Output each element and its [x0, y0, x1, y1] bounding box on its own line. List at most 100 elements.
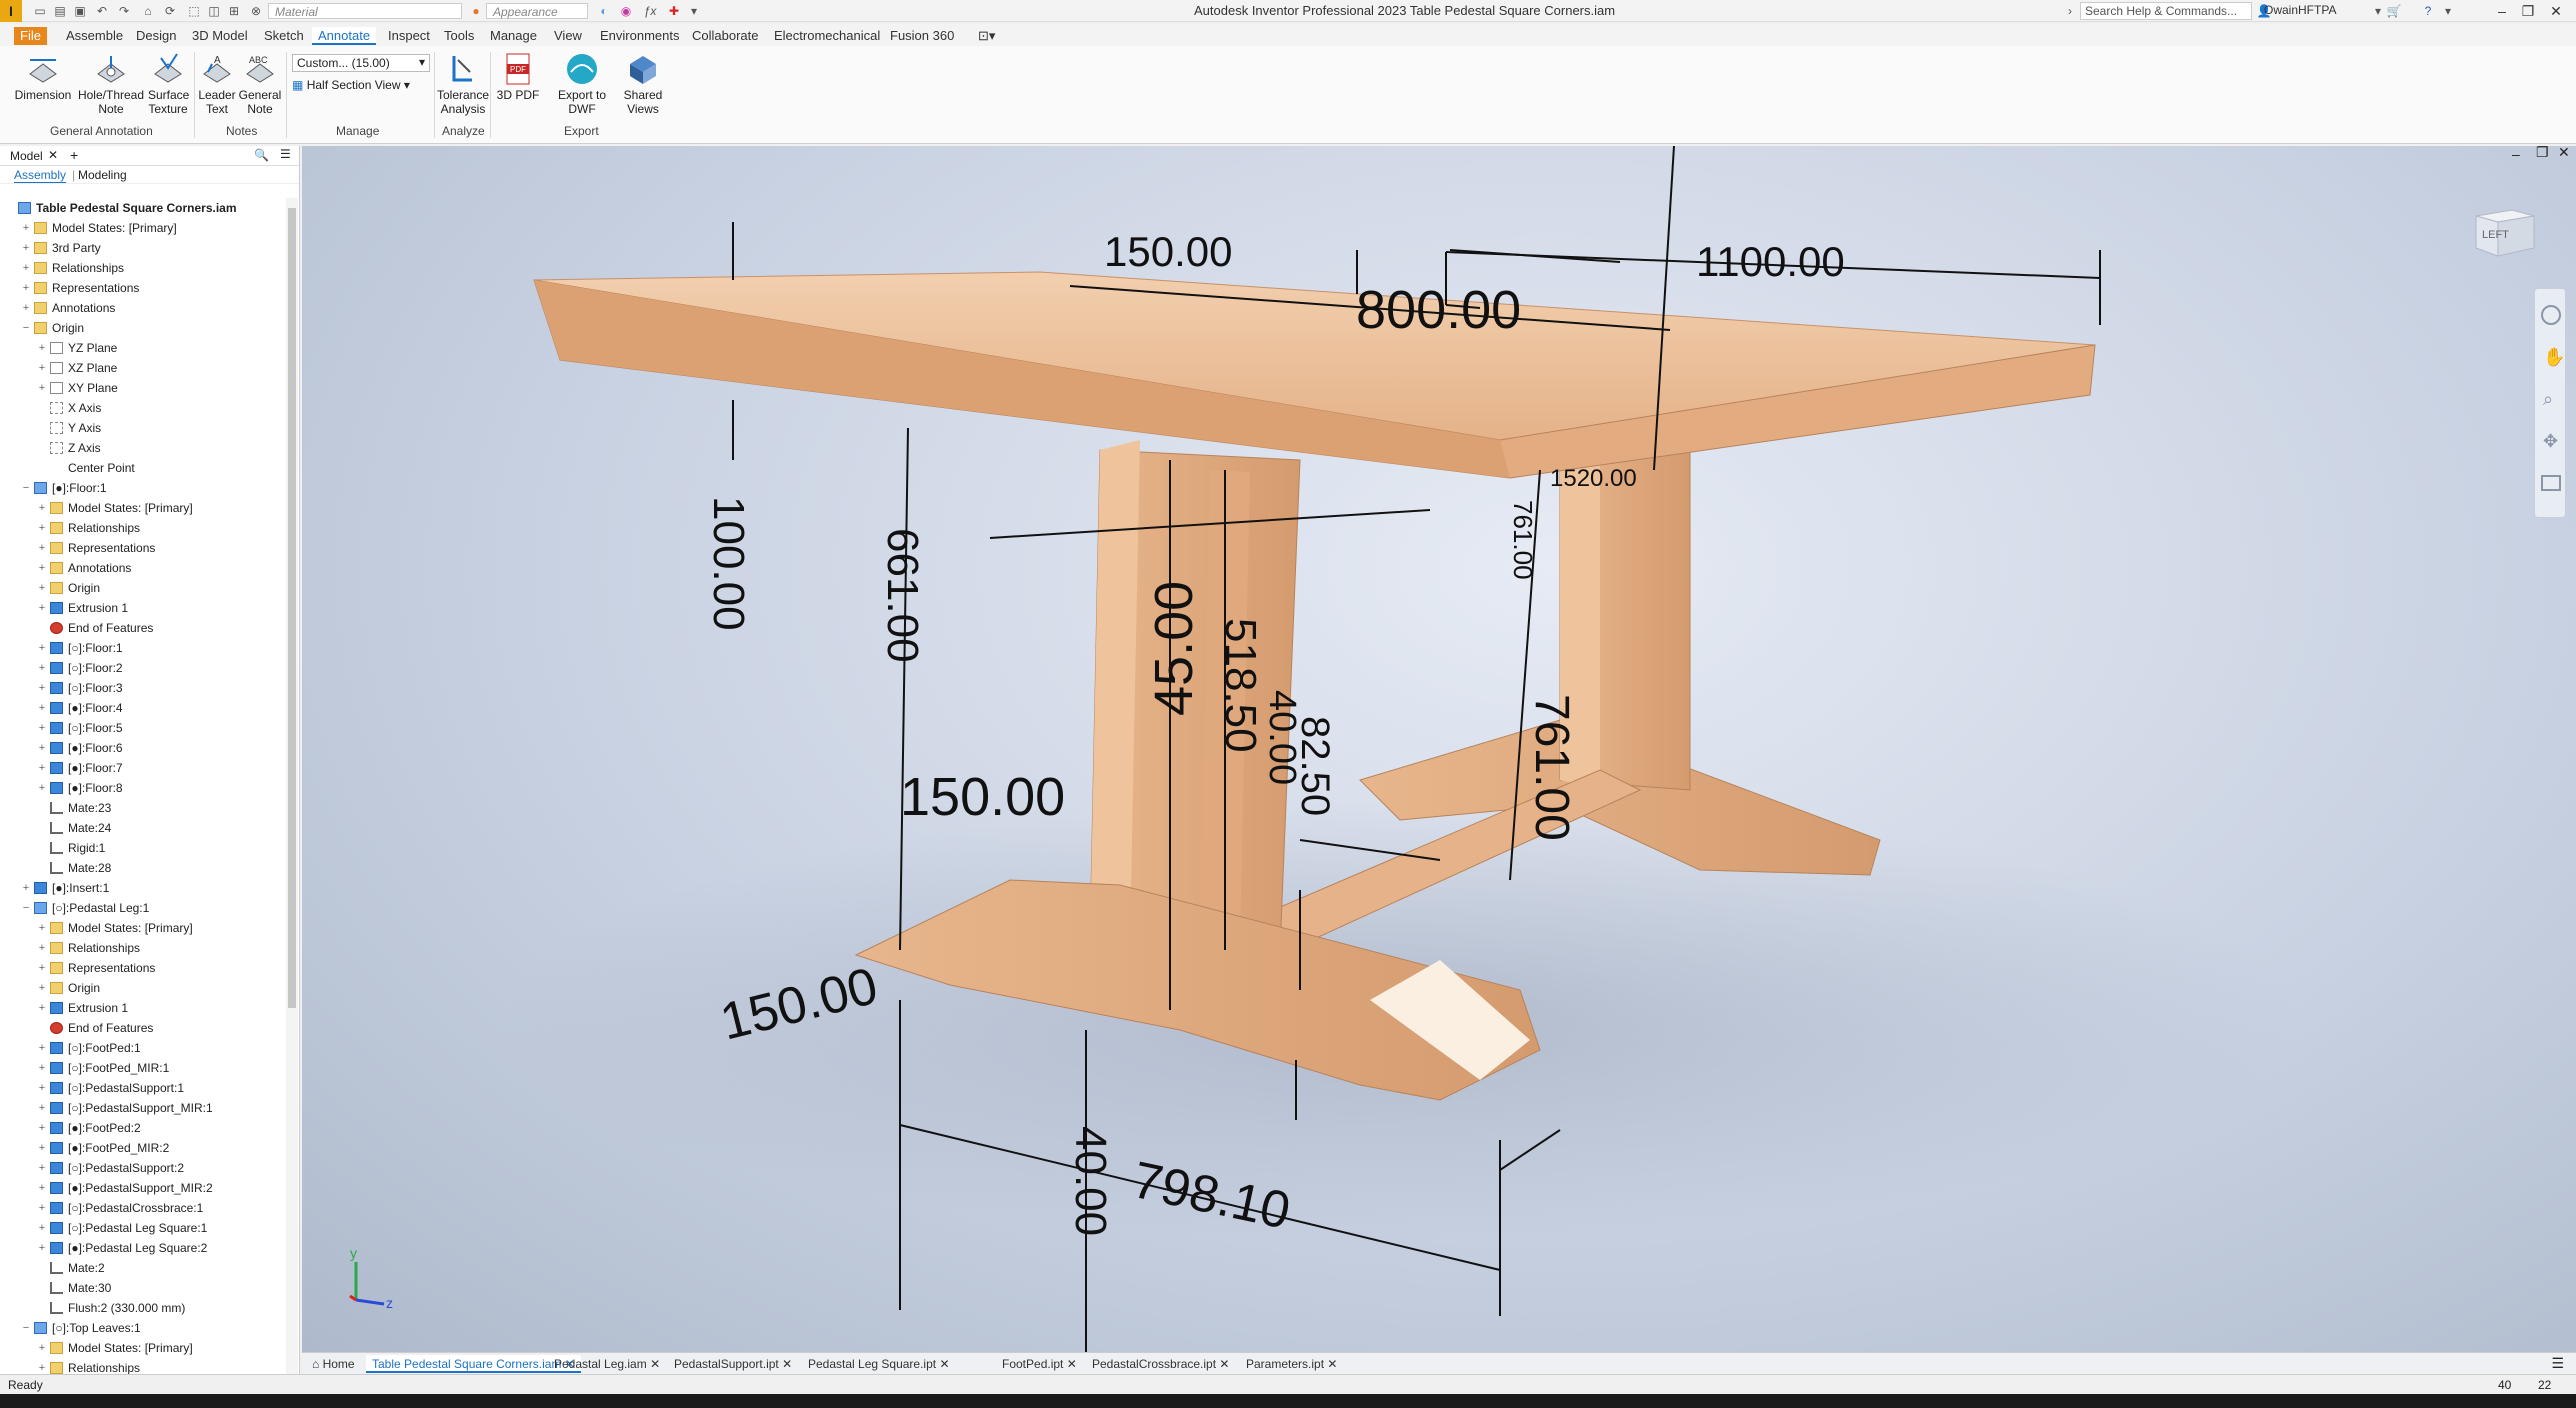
tree-node[interactable]: + Relationships	[0, 938, 286, 958]
tree-node[interactable]: + Representations	[0, 278, 286, 298]
close-window-button[interactable]: ✕	[2544, 1, 2568, 21]
tree-node[interactable]: Y Axis	[0, 418, 286, 438]
dim-top-length[interactable]: 800.00	[1356, 280, 1521, 340]
save-icon[interactable]: ▣	[72, 3, 88, 19]
half-section-view-button[interactable]: ▦ Half Section View ▾	[292, 78, 410, 92]
dim-total-length[interactable]: 1100.00	[1696, 238, 1845, 285]
tree-node[interactable]: Mate:30	[0, 1278, 286, 1298]
tree-node[interactable]: + [○]:Pedastal Leg Square:1	[0, 1218, 286, 1238]
expand-icon[interactable]: +	[36, 498, 48, 518]
tree-node[interactable]: + [○]:PedastalSupport:1	[0, 1078, 286, 1098]
update-icon[interactable]: ⟳	[162, 3, 178, 19]
expand-icon[interactable]: +	[36, 598, 48, 618]
tab-modeling[interactable]: Modeling	[78, 168, 127, 182]
doc-tab-crossbrace[interactable]: PedastalCrossbrace.ipt ✕	[1086, 1355, 1235, 1373]
zoom-icon[interactable]: ⌕	[2543, 389, 2553, 410]
export-dwf-button[interactable]: Export to DWF	[544, 52, 620, 116]
tree-node[interactable]: Mate:2	[0, 1258, 286, 1278]
expand-icon[interactable]: +	[36, 1178, 48, 1198]
expand-icon[interactable]: +	[36, 558, 48, 578]
tree-node[interactable]: Rigid:1	[0, 838, 286, 858]
tree-node[interactable]: + Annotations	[0, 298, 286, 318]
orbit-icon[interactable]: ✥	[2543, 431, 2558, 452]
dim-leg-height[interactable]: 661.00	[878, 528, 927, 663]
expand-icon[interactable]: +	[20, 238, 32, 258]
measure-icon[interactable]: ◫	[206, 3, 222, 19]
tree-node[interactable]: Mate:23	[0, 798, 286, 818]
tree-node[interactable]: + [●]:PedastalSupport_MIR:2	[0, 1178, 286, 1198]
tree-node[interactable]: + XZ Plane	[0, 358, 286, 378]
tree-node[interactable]: + YZ Plane	[0, 338, 286, 358]
tree-node[interactable]: + [●]:Floor:7	[0, 758, 286, 778]
tree-node[interactable]: + Representations	[0, 958, 286, 978]
scrollbar-thumb[interactable]	[288, 208, 296, 1008]
expand-icon[interactable]: +	[20, 298, 32, 318]
surface-texture-button[interactable]: Surface Texture	[148, 52, 189, 116]
viewport-close-icon[interactable]: ✕	[2558, 146, 2570, 161]
expand-icon[interactable]: +	[36, 538, 48, 558]
tree-node[interactable]: + Model States: [Primary]	[0, 498, 286, 518]
close-tab-icon[interactable]: ✕	[1067, 1357, 1077, 1371]
color-icon[interactable]: ◉	[618, 3, 634, 19]
doc-tab-home[interactable]: ⌂ Home	[306, 1355, 361, 1373]
doc-tab-pedastal-leg-square[interactable]: Pedastal Leg Square.ipt ✕	[802, 1355, 956, 1373]
tree-node[interactable]: + [○]:PedastalSupport_MIR:1	[0, 1098, 286, 1118]
dim-foot-height[interactable]: 40.00	[1066, 1126, 1115, 1236]
redo-icon[interactable]: ↷	[116, 3, 132, 19]
tree-node[interactable]: − [○]:Pedastal Leg:1	[0, 898, 286, 918]
expand-icon[interactable]: +	[36, 698, 48, 718]
expand-icon[interactable]: +	[36, 378, 48, 398]
tree-node[interactable]: + [○]:Floor:1	[0, 638, 286, 658]
menu-icon[interactable]: ☰	[280, 147, 291, 161]
browser-scrollbar[interactable]	[286, 198, 298, 1374]
look-at-icon[interactable]	[2541, 475, 2561, 491]
doc-tab-parameters[interactable]: Parameters.ipt ✕	[1240, 1355, 1343, 1373]
clear-appearance-icon[interactable]: ⊗	[248, 3, 264, 19]
hole-thread-note-button[interactable]: Hole/Thread Note	[76, 52, 146, 116]
tree-node[interactable]: + [○]:Floor:2	[0, 658, 286, 678]
tree-node[interactable]: Table Pedestal Square Corners.iam	[0, 198, 286, 218]
dim-foot-width[interactable]: 150.00	[900, 767, 1065, 827]
expand-icon[interactable]: +	[36, 1218, 48, 1238]
expand-icon[interactable]: +	[36, 1058, 48, 1078]
expand-icon[interactable]: +	[36, 578, 48, 598]
dim-brace-offset[interactable]: 82.50	[1293, 716, 1337, 816]
tree-node[interactable]: + [●]:Pedastal Leg Square:2	[0, 1238, 286, 1258]
viewport-minimize-icon[interactable]: –	[2512, 146, 2520, 162]
tree-node[interactable]: End of Features	[0, 618, 286, 638]
shared-views-button[interactable]: Shared Views	[620, 52, 666, 116]
expand-icon[interactable]: +	[36, 778, 48, 798]
tab-assemble[interactable]: Assemble	[60, 27, 129, 45]
tree-node[interactable]: + Model States: [Primary]	[0, 218, 286, 238]
collapse-icon[interactable]: −	[20, 478, 32, 498]
tab-electromechanical[interactable]: Electromechanical	[768, 27, 886, 45]
tree-node[interactable]: Flush:2 (330.000 mm)	[0, 1298, 286, 1318]
tree-node[interactable]: + Model States: [Primary]	[0, 918, 286, 938]
cart-icon[interactable]: 🛒	[2386, 3, 2402, 19]
tree-node[interactable]: + [○]:Floor:3	[0, 678, 286, 698]
restore-button[interactable]: ❐	[2516, 1, 2540, 21]
tree-node[interactable]: + [○]:PedastalCrossbrace:1	[0, 1198, 286, 1218]
viewcube[interactable]: LEFT	[2472, 202, 2538, 258]
minimize-button[interactable]: –	[2490, 1, 2514, 21]
tab-collaborate[interactable]: Collaborate	[686, 27, 765, 45]
tree-node[interactable]: + [○]:Floor:5	[0, 718, 286, 738]
user-dropdown-icon[interactable]: ▾	[2370, 3, 2386, 19]
graphics-viewport[interactable]: 150.00 800.00 1100.00 100.00 661.00 45.0…	[302, 146, 2576, 1352]
tree-node[interactable]: + [●]:FootPed_MIR:2	[0, 1138, 286, 1158]
tree-node[interactable]: − Origin	[0, 318, 286, 338]
expand-icon[interactable]: +	[36, 638, 48, 658]
doc-tab-pedastal-support[interactable]: PedastalSupport.ipt ✕	[668, 1355, 798, 1373]
user-name[interactable]: OwainHFTPA	[2264, 3, 2336, 17]
tree-node[interactable]: + Annotations	[0, 558, 286, 578]
tree-node[interactable]: Z Axis	[0, 438, 286, 458]
expand-icon[interactable]: +	[36, 1358, 48, 1374]
tree-node[interactable]: − [●]:Floor:1	[0, 478, 286, 498]
tree-node[interactable]: + [●]:FootPed:2	[0, 1118, 286, 1138]
expand-icon[interactable]: +	[36, 978, 48, 998]
help-icon[interactable]: ?	[2420, 3, 2436, 19]
expand-icon[interactable]: +	[20, 258, 32, 278]
tab-sketch[interactable]: Sketch	[258, 27, 310, 45]
collapse-icon[interactable]: −	[20, 318, 32, 338]
tab-3d-model[interactable]: 3D Model	[186, 27, 254, 45]
